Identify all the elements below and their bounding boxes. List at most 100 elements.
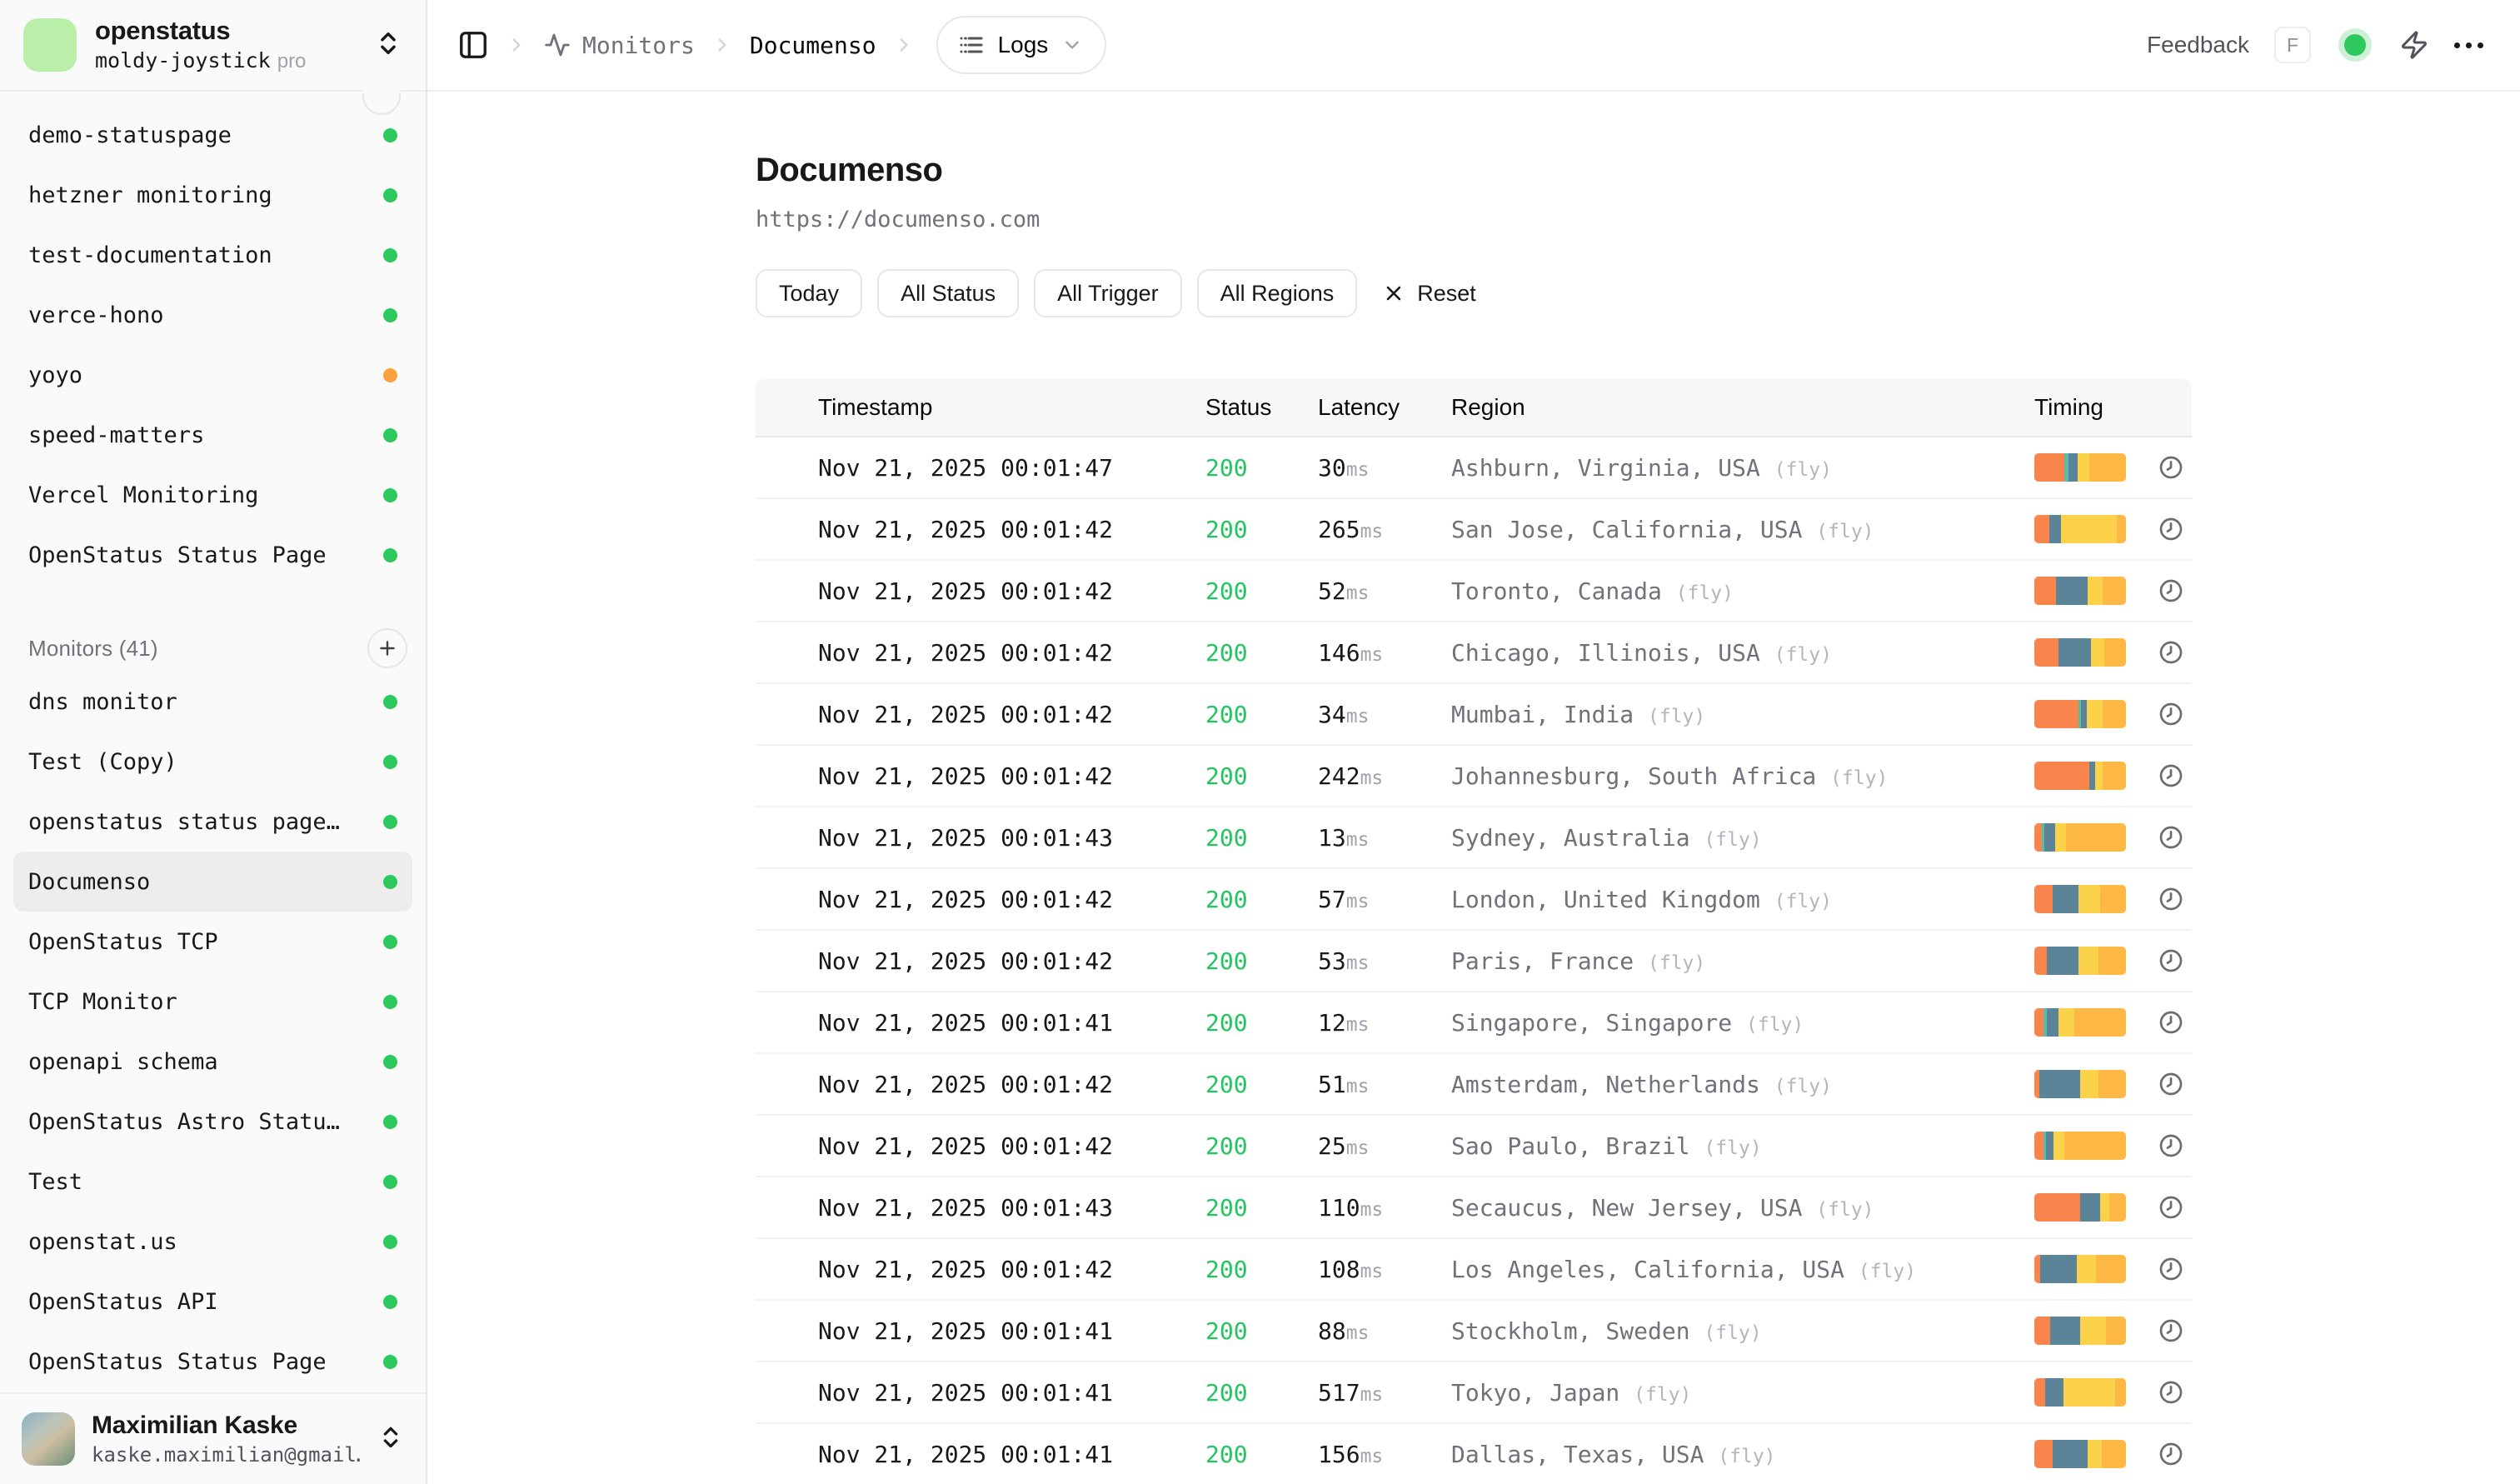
log-row[interactable]: Nov 21, 2025 00:01:42200108msLos Angeles… bbox=[756, 1239, 2192, 1301]
breadcrumb-monitors[interactable]: Monitors bbox=[544, 32, 695, 59]
row-details-button[interactable] bbox=[2143, 1071, 2192, 1097]
breadcrumb-monitor-name[interactable]: Documenso bbox=[750, 32, 876, 59]
workspace-avatar bbox=[23, 18, 77, 72]
log-row[interactable]: Nov 21, 2025 00:01:4220053msParis, Franc… bbox=[756, 931, 2192, 992]
sidebar-status-page-item[interactable]: speed-matters bbox=[13, 405, 412, 465]
sidebar-status-page-item[interactable]: yoyo bbox=[13, 345, 412, 405]
row-indicator-cell bbox=[756, 892, 818, 907]
sidebar: openstatus moldy-joystickpro demo-status… bbox=[0, 0, 427, 1484]
zap-icon[interactable] bbox=[2399, 30, 2429, 60]
cell-timestamp: Nov 21, 2025 00:01:42 bbox=[818, 762, 1205, 790]
cell-latency: 110ms bbox=[1318, 1194, 1451, 1222]
logs-view-selector[interactable]: Logs bbox=[936, 16, 1107, 74]
log-row[interactable]: Nov 21, 2025 00:01:4220034msMumbai, Indi… bbox=[756, 684, 2192, 746]
log-row[interactable]: Nov 21, 2025 00:01:41200517msTokyo, Japa… bbox=[756, 1362, 2192, 1424]
row-details-button[interactable] bbox=[2143, 1194, 2192, 1221]
filter-button-all-trigger[interactable]: All Trigger bbox=[1034, 269, 1182, 317]
sidebar-monitor-item[interactable]: openapi schema bbox=[13, 1032, 412, 1092]
row-indicator-cell bbox=[756, 1385, 818, 1400]
cell-timing bbox=[2034, 700, 2143, 728]
region-provider: (fly) bbox=[1816, 521, 1874, 542]
log-row[interactable]: Nov 21, 2025 00:01:4320013msSydney, Aust… bbox=[756, 807, 2192, 869]
cell-status: 200 bbox=[1205, 762, 1318, 790]
add-monitor-button[interactable] bbox=[367, 628, 407, 668]
sidebar-monitor-item[interactable]: Test (Copy) bbox=[13, 732, 412, 792]
row-details-button[interactable] bbox=[2143, 947, 2192, 974]
reset-filters-button[interactable]: Reset bbox=[1382, 281, 1476, 307]
sidebar-toggle-icon[interactable] bbox=[457, 29, 489, 61]
sidebar-status-page-item[interactable]: test-documentation bbox=[13, 225, 412, 285]
timing-segment-dns bbox=[2034, 577, 2056, 605]
row-details-button[interactable] bbox=[2143, 454, 2192, 481]
log-row[interactable]: Nov 21, 2025 00:01:4120012msSingapore, S… bbox=[756, 992, 2192, 1054]
latency-unit: ms bbox=[1346, 706, 1370, 727]
sidebar-status-page-item[interactable]: Vercel Monitoring bbox=[13, 465, 412, 525]
status-dot bbox=[383, 1175, 397, 1189]
feedback-button[interactable]: Feedback bbox=[2147, 32, 2249, 58]
status-dot bbox=[383, 755, 397, 769]
clock-icon bbox=[2158, 1256, 2184, 1282]
sidebar-monitor-item[interactable]: OpenStatus Astro Statu… bbox=[13, 1092, 412, 1152]
row-details-button[interactable] bbox=[2143, 701, 2192, 727]
timing-bar bbox=[2034, 1132, 2126, 1160]
log-row[interactable]: Nov 21, 2025 00:01:42200242msJohannesbur… bbox=[756, 746, 2192, 807]
log-row[interactable]: Nov 21, 2025 00:01:41200156msDallas, Tex… bbox=[756, 1424, 2192, 1484]
sidebar-monitor-item[interactable]: openstatus status page… bbox=[13, 792, 412, 852]
row-details-button[interactable] bbox=[2143, 1256, 2192, 1282]
sidebar-status-page-item[interactable]: demo-statuspage bbox=[13, 105, 412, 165]
chevron-down-icon bbox=[1061, 34, 1083, 56]
cell-status: 200 bbox=[1205, 701, 1318, 728]
more-options-icon[interactable] bbox=[2454, 42, 2483, 48]
log-row[interactable]: Nov 21, 2025 00:01:4220057msLondon, Unit… bbox=[756, 869, 2192, 931]
timing-segment-tls bbox=[2045, 1378, 2063, 1407]
sidebar-monitor-item[interactable]: TCP Monitor bbox=[13, 972, 412, 1032]
clock-icon bbox=[2158, 1441, 2184, 1467]
log-row[interactable]: Nov 21, 2025 00:01:4220025msSao Paulo, B… bbox=[756, 1116, 2192, 1177]
region-provider: (fly) bbox=[1859, 1261, 1916, 1282]
row-details-button[interactable] bbox=[2143, 886, 2192, 912]
log-row[interactable]: Nov 21, 2025 00:01:4220052msToronto, Can… bbox=[756, 561, 2192, 622]
cell-region: Johannesburg, South Africa (fly) bbox=[1451, 762, 2034, 790]
log-row[interactable]: Nov 21, 2025 00:01:42200146msChicago, Il… bbox=[756, 622, 2192, 684]
cell-status: 200 bbox=[1205, 1071, 1318, 1098]
row-details-button[interactable] bbox=[2143, 762, 2192, 789]
filter-button-all-regions[interactable]: All Regions bbox=[1197, 269, 1358, 317]
row-details-button[interactable] bbox=[2143, 1317, 2192, 1344]
timing-segment-ttfb bbox=[2078, 453, 2089, 482]
log-row[interactable]: Nov 21, 2025 00:01:4120088msStockholm, S… bbox=[756, 1301, 2192, 1362]
sidebar-monitor-item[interactable]: OpenStatus API bbox=[13, 1272, 412, 1332]
row-details-button[interactable] bbox=[2143, 824, 2192, 851]
row-details-button[interactable] bbox=[2143, 1132, 2192, 1159]
row-details-button[interactable] bbox=[2143, 577, 2192, 604]
sidebar-monitor-item[interactable]: OpenStatus Status Page bbox=[13, 1332, 412, 1392]
log-row[interactable]: Nov 21, 2025 00:01:4720030msAshburn, Vir… bbox=[756, 437, 2192, 499]
row-details-button[interactable] bbox=[2143, 639, 2192, 666]
sidebar-monitor-item[interactable]: Test bbox=[13, 1152, 412, 1212]
sidebar-monitor-item[interactable]: dns monitor bbox=[13, 672, 412, 732]
filter-button-today[interactable]: Today bbox=[756, 269, 862, 317]
user-menu[interactable]: Maximilian Kaske kaske.maximilian@gmail… bbox=[0, 1392, 426, 1484]
region-provider: (fly) bbox=[1704, 829, 1761, 851]
cell-latency: 265ms bbox=[1318, 516, 1451, 543]
row-details-button[interactable] bbox=[2143, 1441, 2192, 1467]
log-row[interactable]: Nov 21, 2025 00:01:4220051msAmsterdam, N… bbox=[756, 1054, 2192, 1116]
sidebar-monitor-item[interactable]: Documenso bbox=[13, 852, 412, 912]
sidebar-monitor-item[interactable]: openstat.us bbox=[13, 1212, 412, 1272]
timing-segment-transfer bbox=[2117, 515, 2126, 543]
sidebar-status-page-item[interactable]: hetzner monitoring bbox=[13, 165, 412, 225]
timing-segment-tls bbox=[2068, 453, 2078, 482]
sidebar-monitor-item[interactable]: OpenStatus TCP bbox=[13, 912, 412, 972]
timing-segment-tls bbox=[2050, 1317, 2080, 1345]
system-status-dot[interactable] bbox=[2344, 34, 2366, 56]
sidebar-status-page-item[interactable]: OpenStatus Status Page bbox=[13, 525, 412, 585]
log-row[interactable]: Nov 21, 2025 00:01:43200110msSecaucus, N… bbox=[756, 1177, 2192, 1239]
filter-button-all-status[interactable]: All Status bbox=[877, 269, 1019, 317]
log-row[interactable]: Nov 21, 2025 00:01:42200265msSan Jose, C… bbox=[756, 499, 2192, 561]
sidebar-item-label: TCP Monitor bbox=[28, 989, 177, 1015]
sidebar-item-label: test-documentation bbox=[28, 242, 272, 268]
row-details-button[interactable] bbox=[2143, 1379, 2192, 1406]
row-details-button[interactable] bbox=[2143, 1009, 2192, 1036]
row-details-button[interactable] bbox=[2143, 516, 2192, 542]
sidebar-item-label: verce-hono bbox=[28, 302, 164, 328]
sidebar-status-page-item[interactable]: verce-hono bbox=[13, 285, 412, 345]
